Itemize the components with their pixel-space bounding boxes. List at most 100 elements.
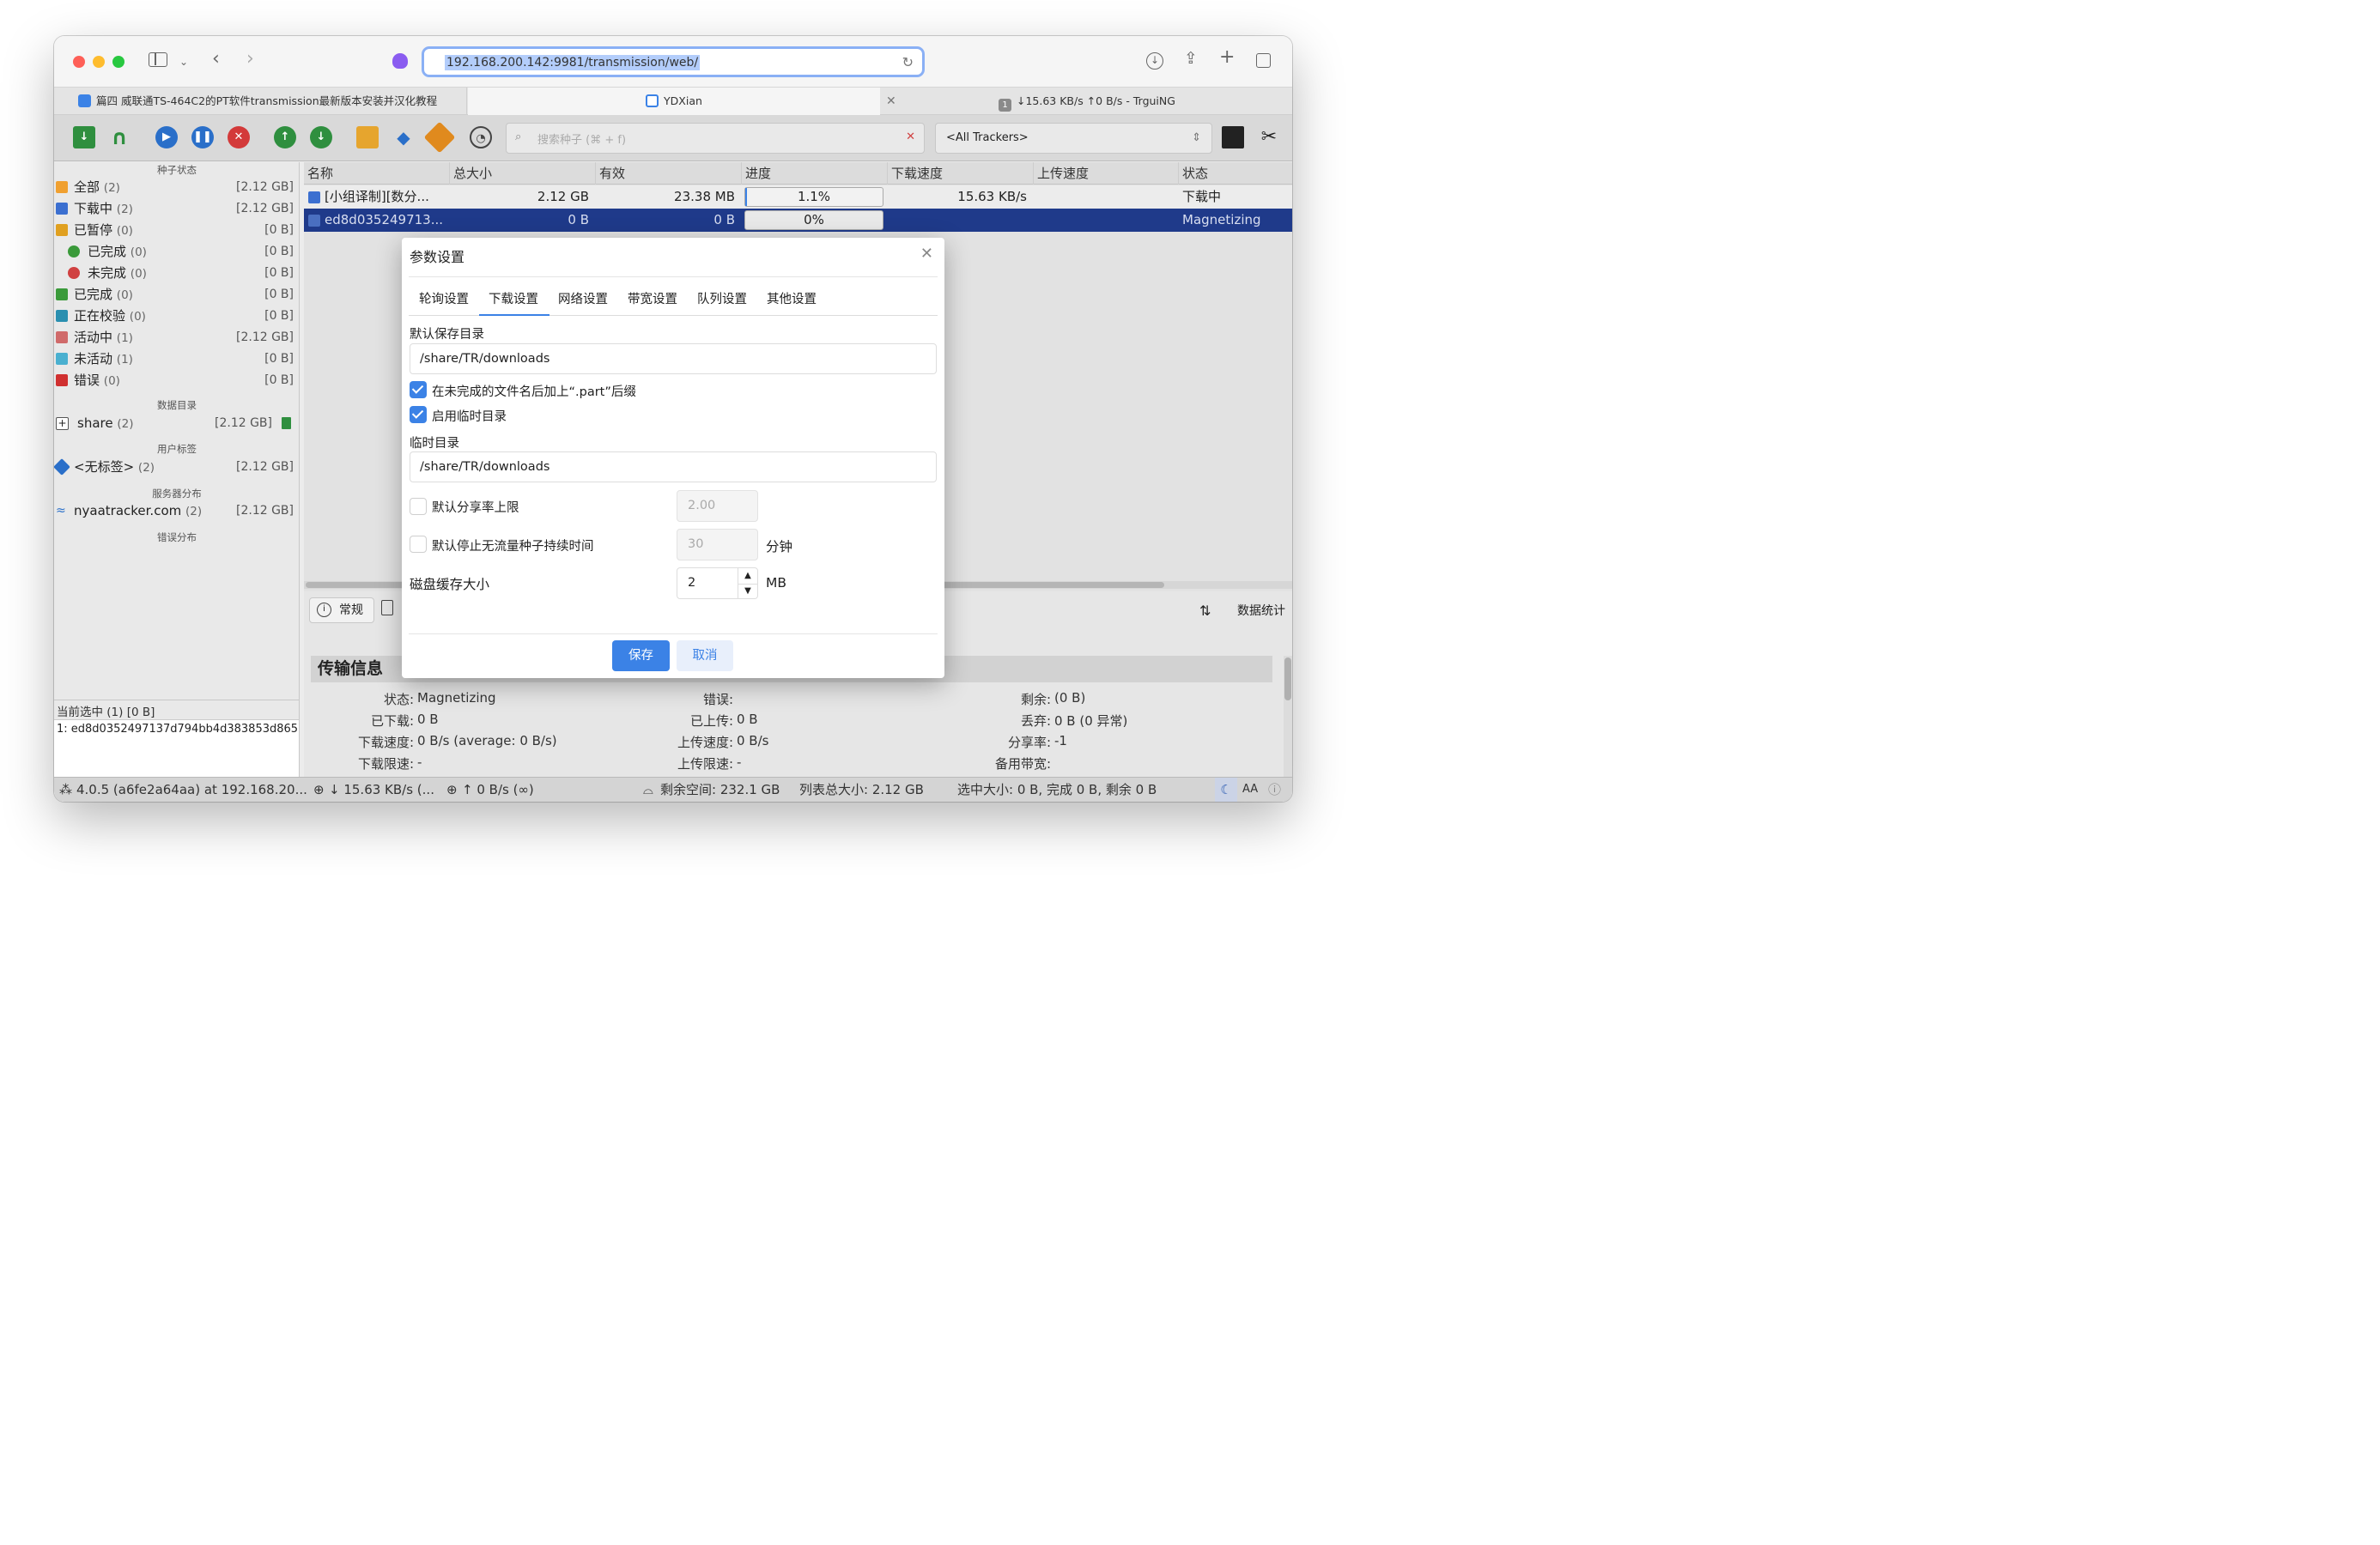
col-status[interactable]: 状态 (1179, 162, 1292, 185)
disk-icon: ⌓ (643, 782, 653, 797)
remove-icon[interactable]: ✕ (228, 126, 250, 148)
layout-icon[interactable] (1222, 126, 1244, 148)
folder-icon[interactable] (356, 126, 379, 148)
tab-bandwidth[interactable]: 带宽设置 (628, 289, 677, 307)
sidebar: 种子状态 全部 (2) [2.12 GB] 下载中 (2) [2.12 GB] 已暂停 … (54, 162, 300, 802)
tab-trguing[interactable]: 1 ↓15.63 KB/s ↑0 B/s - TrguiNG (999, 88, 1175, 115)
document-icon (282, 417, 291, 429)
col-size[interactable]: 总大小 (450, 162, 596, 185)
default-dir-input[interactable]: /share/TR/downloads (410, 343, 937, 374)
sidebar-item-status[interactable]: 已完成 (0) [0 B] (54, 241, 296, 262)
servers-section-title: 服务器分布 (152, 488, 202, 500)
move-down-icon[interactable]: ↓ (310, 126, 332, 148)
sidebar-item-share[interactable]: + share (2) [2.12 GB] (54, 413, 296, 433)
clear-search-icon[interactable]: ✕ (906, 130, 915, 143)
maximize-window-button[interactable] (112, 56, 124, 68)
cancel-button[interactable]: 取消 (677, 640, 733, 671)
snowflake-icon (56, 353, 68, 365)
sidebar-item-status[interactable]: 正在校验 (0) [0 B] (54, 306, 296, 326)
detail-uploaded-label: 已上传: (689, 713, 733, 729)
sidebar-item-status[interactable]: 活动中 (1) [2.12 GB] (54, 327, 296, 348)
chevron-down-icon[interactable]: ⌄ (179, 53, 188, 70)
extension-icon[interactable] (392, 53, 408, 69)
reload-icon[interactable]: ↻ (902, 54, 914, 70)
tab-general[interactable]: i 常规 (309, 597, 374, 623)
ratio-limit-input[interactable]: 2.00 (677, 490, 758, 522)
globe-down-icon: ⊕ (313, 782, 325, 797)
close-tab-icon[interactable]: ✕ (886, 88, 896, 115)
vertical-scrollbar[interactable] (1284, 656, 1292, 777)
torrent-up-speed (1034, 185, 1179, 209)
add-torrent-icon[interactable]: ↓ (73, 126, 95, 148)
col-down-speed[interactable]: 下载速度 (888, 162, 1034, 185)
minimize-window-button[interactable] (93, 56, 105, 68)
tab-ydxian[interactable]: YDXian (468, 88, 880, 115)
table-row[interactable]: ed8d035249713... 0 B 0 B 0% Magnetizing (304, 209, 1292, 232)
save-button[interactable]: 保存 (612, 640, 670, 671)
forward-icon[interactable]: › (246, 50, 254, 69)
col-progress[interactable]: 进度 (742, 162, 888, 185)
status-version: 4.0.5 (a6fe2a64aa) at 192.168.20... (76, 782, 307, 797)
tab-overview-icon[interactable] (1256, 53, 1271, 68)
cache-size-stepper[interactable]: 2 ▲ ▼ (677, 567, 758, 599)
search-input[interactable]: ⌕ 搜索种子 (⌘ + f) ✕ (506, 123, 925, 154)
idle-limit-checkbox[interactable] (410, 536, 427, 553)
sidebar-item-no-label[interactable]: <无标签> (2) [2.12 GB] (54, 457, 296, 477)
close-window-button[interactable] (73, 56, 85, 68)
status-down[interactable]: ↓ 15.63 KB/s (... (329, 778, 434, 802)
temp-dir-input[interactable]: /share/TR/downloads (410, 451, 937, 482)
label-icon[interactable]: ◆ (392, 126, 415, 148)
col-name[interactable]: 名称 (304, 162, 450, 185)
selection-item[interactable]: 1: ed8d0352497137d794bb4d383853d8657 (57, 723, 299, 736)
close-icon[interactable]: ✕ (920, 245, 933, 263)
settings-tools-icon[interactable]: ✂ (1258, 126, 1280, 148)
share-icon[interactable]: ⇪ (1184, 50, 1198, 67)
speed-gauge-icon[interactable]: ◔ (470, 126, 492, 148)
table-row[interactable]: [小组译制][数分... 2.12 GB 23.38 MB 1.1% 15.63 KB/… (304, 185, 1292, 209)
tab-zhihu-article[interactable]: 篇四 威联通TS-464C2的PT软件transmission最新版本安装并汉化… (54, 88, 467, 115)
col-up-speed[interactable]: 上传速度 (1034, 162, 1179, 185)
tracker-select[interactable]: <All Trackers> ⇕ (935, 123, 1212, 154)
pause-icon[interactable]: ❚❚ (191, 126, 214, 148)
decrement-icon[interactable]: ▼ (738, 584, 757, 598)
tab-polling[interactable]: 轮询设置 (419, 289, 469, 307)
tab-queue[interactable]: 队列设置 (697, 289, 747, 307)
idle-limit-input[interactable]: 30 (677, 529, 758, 560)
sidebar-item-status[interactable]: 错误 (0) [0 B] (54, 370, 296, 391)
sidebar-item-status[interactable]: 未活动 (1) [0 B] (54, 348, 296, 369)
col-valid[interactable]: 有效 (596, 162, 742, 185)
sidebar-item-status[interactable]: 已暂停 (0) [0 B] (54, 220, 296, 240)
files-tab-icon[interactable] (381, 600, 393, 615)
font-size-icon[interactable]: AA (1242, 778, 1258, 802)
sidebar-item-status[interactable]: 下载中 (2) [2.12 GB] (54, 198, 296, 219)
sidebar-item-tracker[interactable]: ≈ nyaatracker.com (2) [2.12 GB] (54, 500, 296, 521)
increment-icon[interactable]: ▲ (738, 568, 757, 584)
add-magnet-icon[interactable]: ∩ (108, 126, 131, 148)
temp-dir-checkbox[interactable] (410, 406, 427, 423)
downloads-icon[interactable]: ↓ (1146, 52, 1163, 70)
sidebar-toggle-icon[interactable] (149, 52, 167, 67)
tag-icon (54, 458, 70, 476)
table-header: 名称 总大小 有效 进度 下载速度 上传速度 状态 (304, 162, 1292, 185)
dark-mode-icon[interactable]: ☾ (1215, 778, 1237, 802)
tab-network[interactable]: 网络设置 (558, 289, 608, 307)
tab-download[interactable]: 下载设置 (489, 289, 538, 307)
sidebar-item-status[interactable]: 全部 (2) [2.12 GB] (54, 177, 296, 197)
warning-icon[interactable] (423, 121, 456, 154)
sidebar-item-status[interactable]: 已完成 (0) [0 B] (54, 284, 296, 305)
torrent-valid: 23.38 MB (674, 189, 735, 204)
expand-icon[interactable]: + (56, 417, 69, 430)
about-icon[interactable]: ⓘ (1268, 778, 1281, 802)
tab-other[interactable]: 其他设置 (767, 289, 817, 307)
ratio-limit-checkbox[interactable] (410, 498, 427, 515)
move-up-icon[interactable]: ↑ (274, 126, 296, 148)
sidebar-item-status[interactable]: 未完成 (0) [0 B] (54, 263, 296, 283)
browser-titlebar: ⌄ ‹ › 192.168.200.142:9981/transmission/… (54, 36, 1292, 87)
part-suffix-checkbox[interactable] (410, 381, 427, 398)
stats-button[interactable]: ⇅ 数据统计 (1196, 599, 1285, 623)
status-up[interactable]: ↑ 0 B/s (∞) (462, 778, 534, 802)
start-icon[interactable]: ▶ (155, 126, 178, 148)
back-icon[interactable]: ‹ (212, 50, 220, 69)
address-bar[interactable]: 192.168.200.142:9981/transmission/web/ ↻ (422, 46, 925, 77)
new-tab-icon[interactable]: + (1219, 48, 1235, 67)
